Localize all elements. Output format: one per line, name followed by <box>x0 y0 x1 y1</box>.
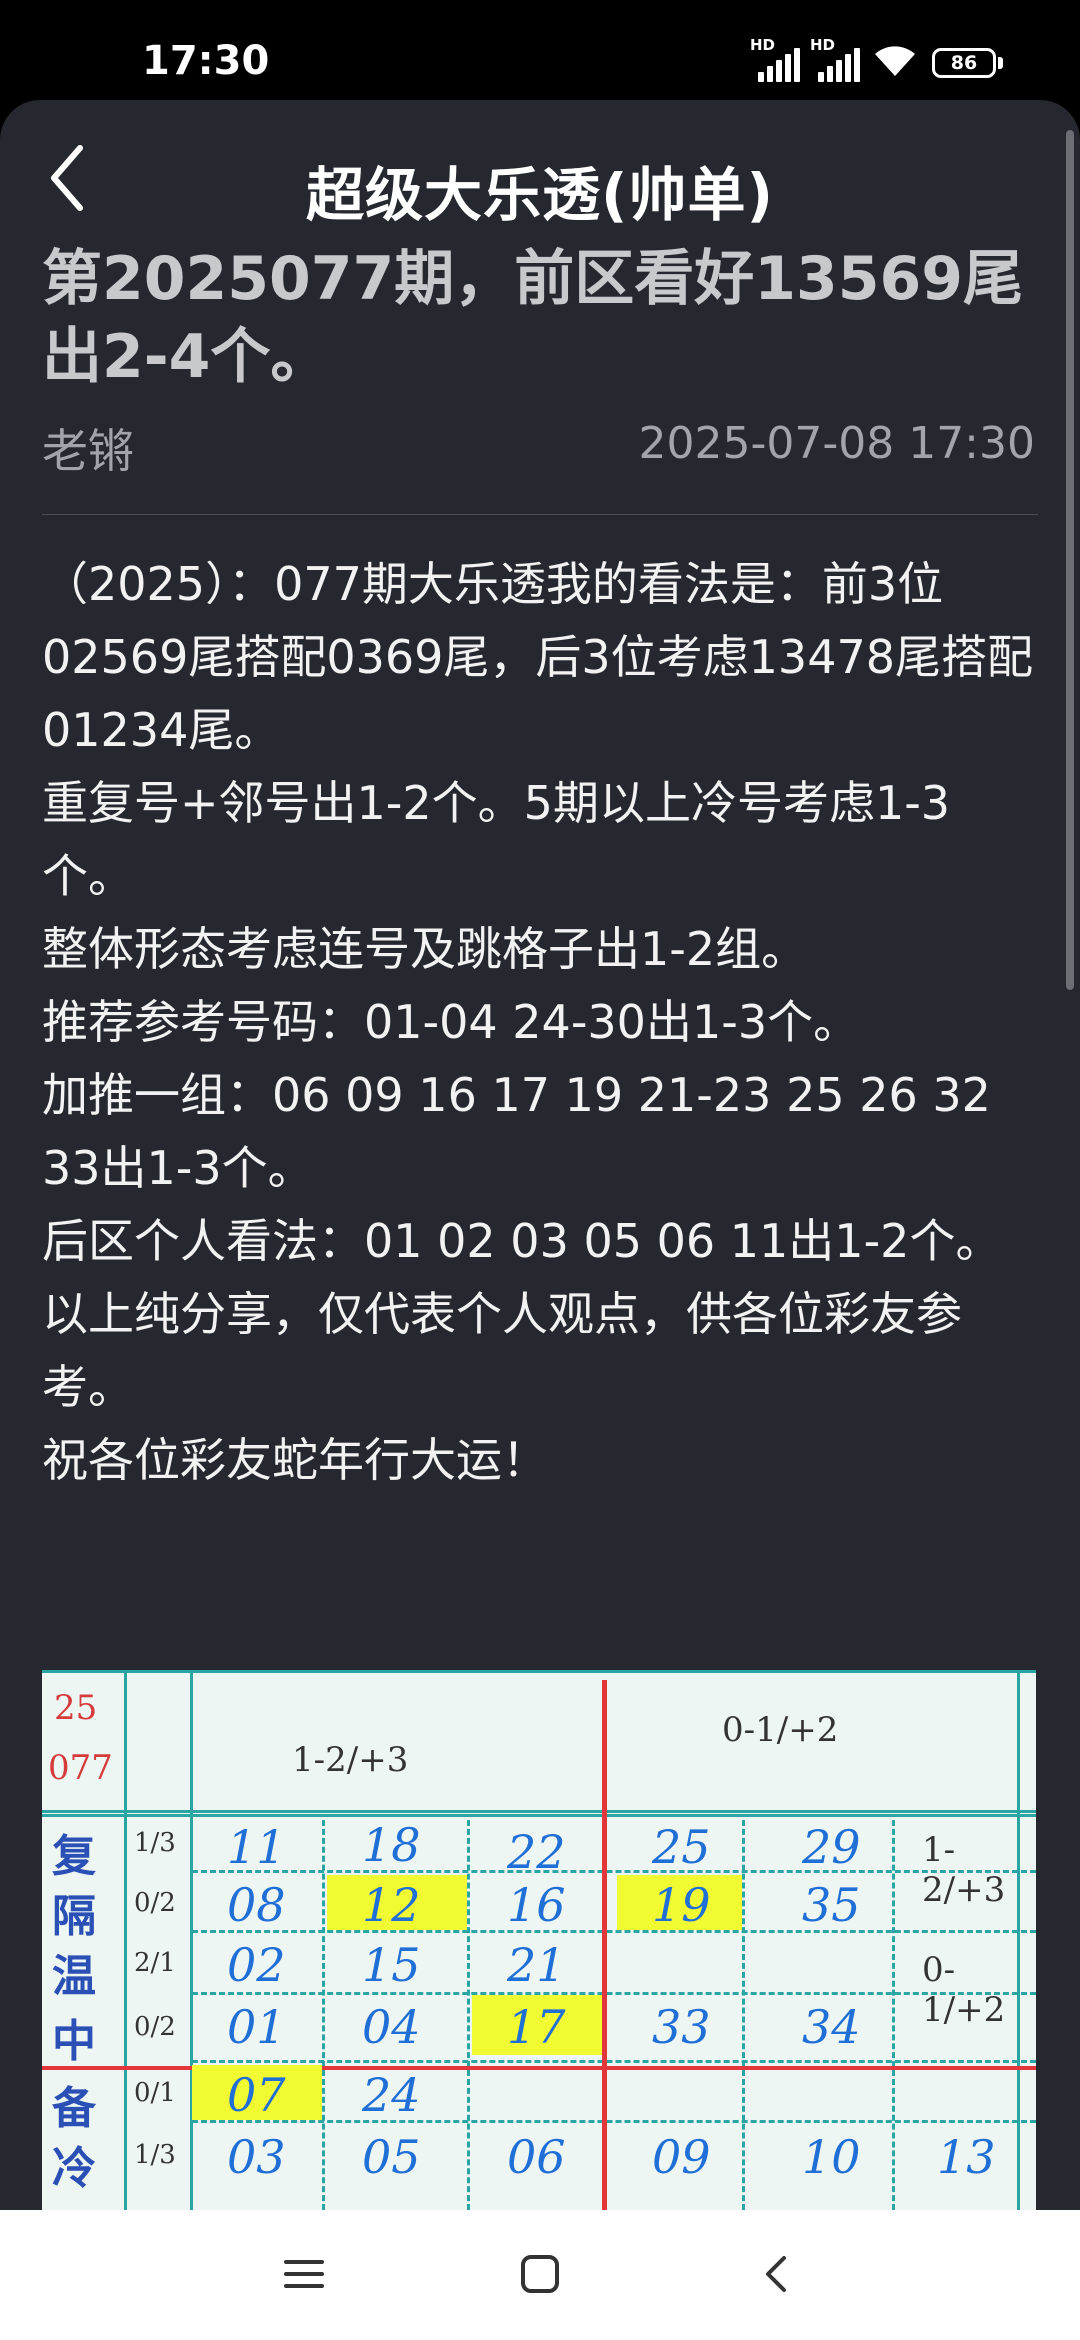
analysis-photo[interactable]: 25 077 1-2/+3 0-1/+2 复 隔 温 中 备 冷 1/3 0/2… <box>42 1670 1036 2210</box>
row-ratio: 0/1 <box>134 2078 176 2108</box>
row-ratio: 0/2 <box>134 2012 176 2042</box>
number-cell: 13 <box>937 2130 996 2184</box>
number-cell: 08 <box>227 1878 286 1932</box>
body-paragraph: 加推一组：06 09 16 17 19 21-23 25 26 32 33出1-… <box>42 1068 991 1195</box>
row-ratio: 2/1 <box>134 1948 176 1978</box>
signal-hd-label: HD <box>810 36 836 54</box>
body-paragraph: 祝各位彩友蛇年行大运！ <box>42 1433 548 1487</box>
wifi-icon <box>875 46 915 76</box>
number-cell: 04 <box>362 2000 421 2054</box>
signal-icon: HD <box>750 36 800 82</box>
row-note: 1-2/+3 <box>922 1830 1006 1910</box>
body-paragraph: 后区个人看法：01 02 03 05 06 11出1-2个。 <box>42 1214 1002 1268</box>
signal-icon: HD <box>810 36 860 82</box>
article-body: （2025）：077期大乐透我的看法是：前3位02569尾搭配0369尾，后3位… <box>42 548 1042 1497</box>
article-author[interactable]: 老锵 <box>42 415 134 481</box>
number-cell: 18 <box>362 1818 421 1872</box>
number-cell: 24 <box>362 2068 421 2122</box>
back-chevron-icon[interactable] <box>756 2252 800 2296</box>
number-cell: 34 <box>802 2000 861 2054</box>
number-cell: 10 <box>802 2130 861 2184</box>
number-cell: 09 <box>652 2130 711 2184</box>
body-paragraph: 以上纯分享，仅代表个人观点，供各位彩友参考。 <box>42 1287 962 1414</box>
number-cell: 06 <box>507 2130 566 2184</box>
row-label: 隔 <box>52 1891 96 1942</box>
body-paragraph: （2025）：077期大乐透我的看法是：前3位02569尾搭配0369尾，后3位… <box>42 557 1033 757</box>
number-cell: 21 <box>507 1938 566 1992</box>
number-cell: 01 <box>227 2000 286 2054</box>
body-paragraph: 重复号+邻号出1-2个。5期以上冷号考虑1-3个。 <box>42 776 951 903</box>
article-date: 2025-07-08 17:30 <box>638 418 1036 469</box>
body-paragraph: 推荐参考号码：01-04 24-30出1-3个。 <box>42 995 860 1049</box>
number-cell: 12 <box>362 1878 421 1932</box>
status-time: 17:30 <box>142 38 270 84</box>
row-ratio: 1/3 <box>134 2140 176 2170</box>
row-ratio: 0/2 <box>134 1888 176 1918</box>
photo-corner-top: 25 <box>54 1688 98 1728</box>
number-cell: 11 <box>227 1820 286 1874</box>
photo-head-left: 1-2/+3 <box>292 1740 409 1780</box>
photo-corner-bottom: 077 <box>48 1748 113 1788</box>
scrollbar[interactable] <box>1066 130 1074 990</box>
number-cell: 19 <box>652 1878 711 1932</box>
row-label: 温 <box>52 1951 96 2002</box>
number-cell: 05 <box>362 2130 421 2184</box>
number-cell: 03 <box>227 2130 286 2184</box>
row-label: 复 <box>52 1831 96 1882</box>
row-note: 0-1/+2 <box>922 1950 1006 2030</box>
number-cell: 25 <box>652 1820 711 1874</box>
signal-hd-label: HD <box>750 36 776 54</box>
number-cell: 16 <box>507 1878 566 1932</box>
navigation-bar <box>0 2210 1080 2340</box>
battery-icon: 86 <box>932 48 996 78</box>
number-cell: 07 <box>227 2068 286 2122</box>
number-cell: 22 <box>507 1825 566 1879</box>
battery-tip <box>998 57 1003 69</box>
number-cell: 35 <box>802 1878 861 1932</box>
row-label: 冷 <box>52 2143 96 2194</box>
article-title: 第2025077期，前区看好13569尾出2-4个。 <box>42 244 1023 392</box>
number-cell: 15 <box>362 1938 421 1992</box>
header: 超级大乐透(帅单) <box>0 100 1080 250</box>
number-cell: 02 <box>227 1938 286 1992</box>
menu-icon[interactable] <box>282 2252 326 2296</box>
number-cell: 29 <box>802 1820 861 1874</box>
divider <box>42 514 1038 515</box>
status-bar: 17:30 HD HD 86 <box>0 0 1080 110</box>
row-ratio: 1/3 <box>134 1828 176 1858</box>
home-square-icon[interactable] <box>518 2252 562 2296</box>
page-title: 超级大乐透(帅单) <box>305 161 775 229</box>
row-label: 中 <box>52 2016 96 2067</box>
article-sheet: 超级大乐透(帅单) 第2025077期，前区看好13569尾出2-4个。 老锵 … <box>0 100 1080 2210</box>
row-label: 备 <box>52 2083 96 2134</box>
photo-head-right: 0-1/+2 <box>722 1710 839 1750</box>
number-cell: 33 <box>652 2000 711 2054</box>
body-paragraph: 整体形态考虑连号及跳格子出1-2组。 <box>42 922 808 976</box>
number-cell: 17 <box>507 2000 566 2054</box>
